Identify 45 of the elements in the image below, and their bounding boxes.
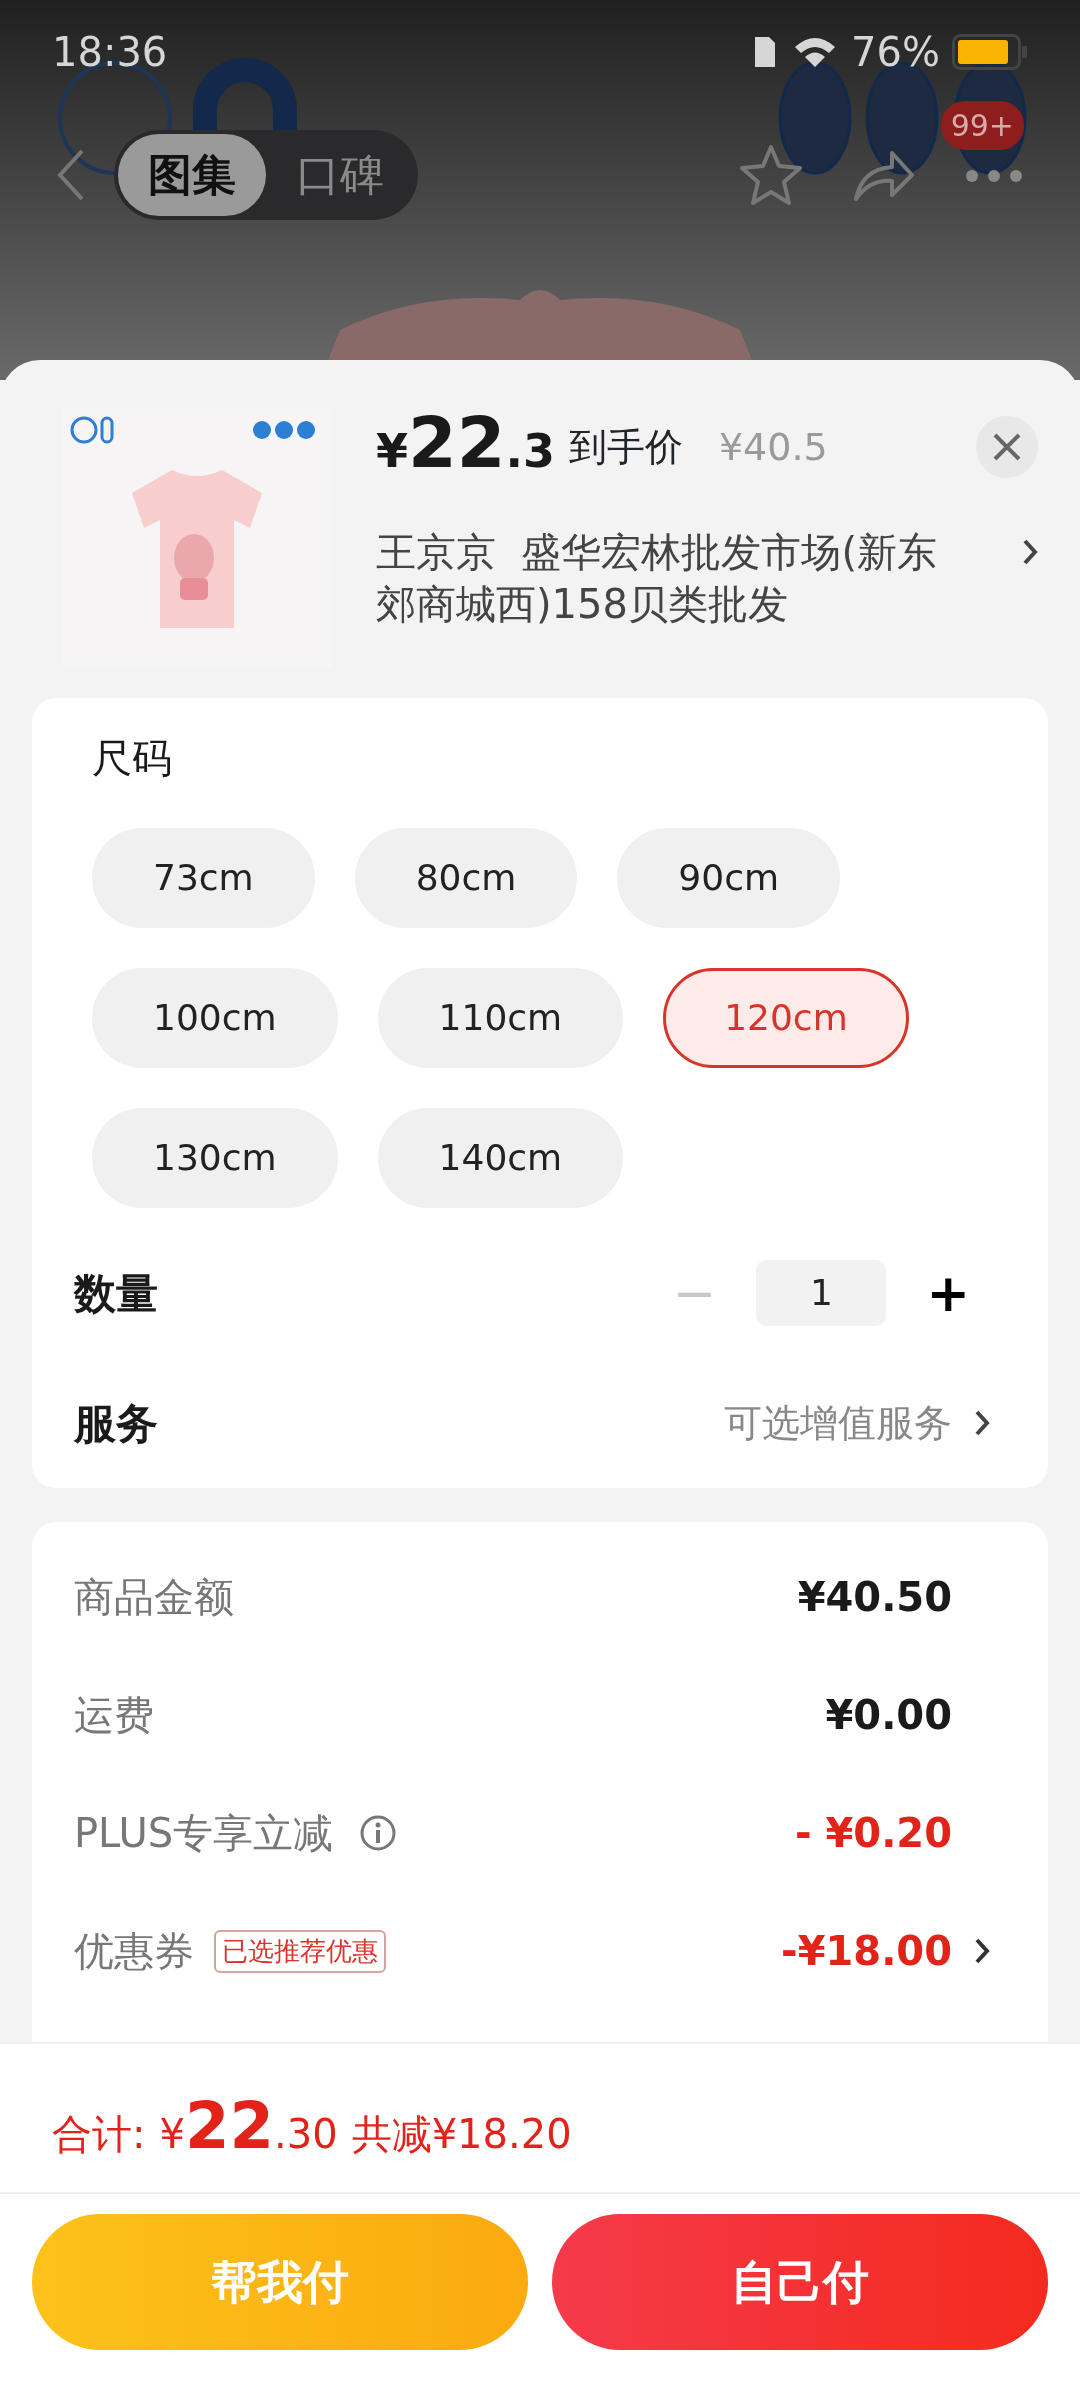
size-option[interactable]: 110cm <box>377 968 624 1068</box>
chevron-icon[interactable] <box>974 1937 990 1965</box>
size-option[interactable]: 73cm <box>92 828 315 928</box>
savings-text: 共减¥18.20 <box>351 2110 572 2159</box>
summary-label: 商品金额 <box>74 1573 234 1622</box>
star-icon[interactable] <box>738 143 804 207</box>
status-time: 18:36 <box>52 28 168 77</box>
sim-icon <box>753 35 778 69</box>
original-price: ¥40.5 <box>718 423 828 471</box>
battery-icon <box>952 34 1028 70</box>
chevron-icon <box>974 1409 990 1437</box>
size-option[interactable]: 90cm <box>617 828 840 928</box>
size-option[interactable]: 130cm <box>92 1108 338 1208</box>
back-icon[interactable] <box>56 147 86 203</box>
tab[interactable]: 图集 <box>118 134 266 216</box>
close-icon <box>992 432 1022 462</box>
row-label: 数量 <box>74 1267 158 1320</box>
summary-value: -¥18.00 <box>781 1927 952 1976</box>
battery-percent: 76% <box>851 28 940 77</box>
size-option[interactable]: 120cm <box>663 968 909 1068</box>
total-label: 合计: <box>52 2110 146 2159</box>
chevron-icon <box>1022 538 1038 566</box>
row-label: 服务 <box>74 1397 158 1450</box>
section-title: 尺码 <box>91 734 173 783</box>
coupon-tag: 已选推荐优惠 <box>214 1929 386 1973</box>
summary-label: 运费 <box>74 1691 154 1740</box>
service-link[interactable]: 可选增值服务 <box>724 1394 952 1452</box>
tab[interactable]: 口碑 <box>266 134 414 216</box>
pay-button[interactable]: 自己付 <box>552 2214 1048 2350</box>
size-option[interactable]: 140cm <box>377 1108 624 1208</box>
summary-label: PLUS专享立减 <box>74 1809 334 1858</box>
plus-button[interactable]: + <box>906 1267 990 1319</box>
total-amount: ¥22.30 <box>159 2094 338 2164</box>
quantity-field[interactable]: 1 <box>756 1260 887 1326</box>
shop-name[interactable]: 王京京 盛华宏林批发市场(新东郊商城西)158贝类批发 <box>376 526 976 630</box>
wifi-icon <box>793 35 838 69</box>
summary-value: - ¥0.20 <box>794 1809 952 1858</box>
price-label: 到手价 <box>568 423 683 471</box>
size-option[interactable]: 80cm <box>354 828 578 928</box>
summary-label: 优惠券 <box>74 1927 194 1976</box>
info-icon[interactable] <box>359 1814 398 1852</box>
price: ¥22.3 <box>376 408 555 486</box>
summary-value: ¥0.00 <box>825 1691 952 1740</box>
size-option[interactable]: 100cm <box>92 968 338 1068</box>
summary-value: ¥40.50 <box>797 1573 952 1622</box>
